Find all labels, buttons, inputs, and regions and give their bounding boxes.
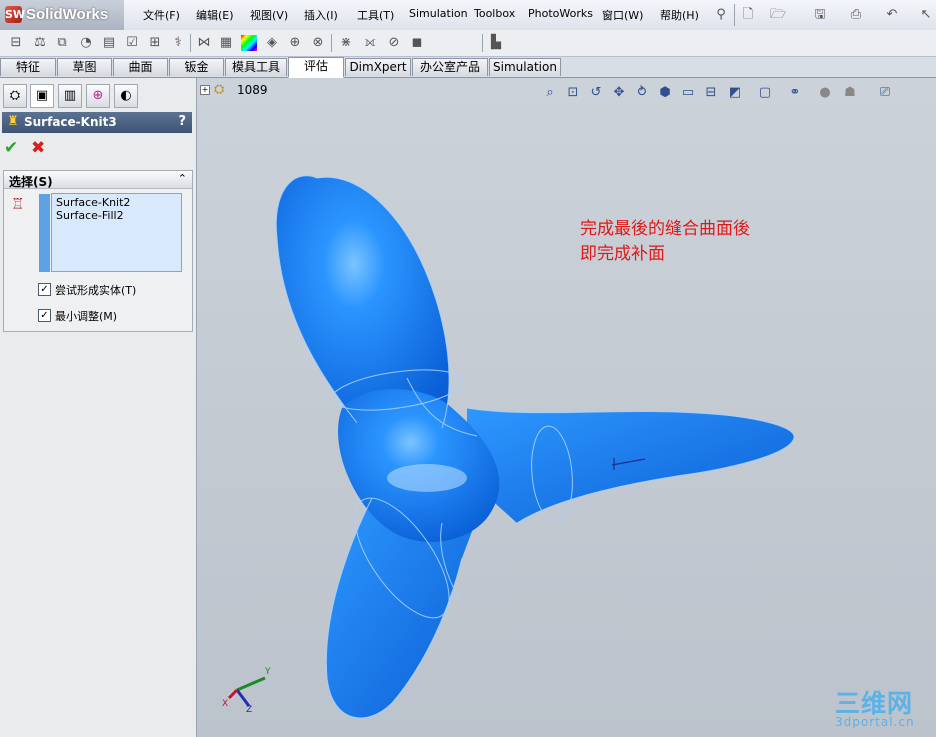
watermark-url: 3dportal.cn: [835, 715, 915, 729]
blade-upper: [276, 175, 450, 428]
tab-evaluate[interactable]: 评估: [288, 57, 344, 78]
tab-simulation[interactable]: Simulation: [489, 58, 561, 76]
menu-tools[interactable]: 工具(T): [357, 7, 394, 23]
app-name: SolidWorks: [26, 6, 109, 23]
undercut-icon[interactable]: ⊕: [287, 35, 303, 51]
minimum-adjust-label: 最小调整(M): [55, 310, 118, 323]
divider: [482, 34, 483, 52]
menu-window[interactable]: 窗口(W): [602, 7, 643, 23]
import-diagnostics-icon[interactable]: ⚕: [170, 35, 186, 51]
reference-triad: Y Z X: [222, 667, 271, 712]
annotation-line-2: 即完成补面: [580, 244, 665, 264]
command-toolbar: ⊟ ⚖ ⧉ ◔ ▤ ☑ ⊞ ⚕ ⋈ ▦ ◈ ⊕ ⊗ ⋇ ⟗ ⊘ ◼ ▙: [0, 30, 936, 57]
section-properties-icon[interactable]: ⧉: [54, 35, 70, 51]
divider: [331, 34, 332, 52]
manager-tabs: ⛭ ▣ ▥ ⊕ ◐: [0, 84, 196, 108]
menu-bar: SW SolidWorks 文件(F) 编辑(E) 视图(V) 插入(I) 工具…: [0, 0, 936, 31]
solidworks-logo-icon: SW: [5, 6, 26, 23]
draft-analysis-icon[interactable]: ◈: [264, 35, 280, 51]
selections-group-header[interactable]: 选择(S) ⌃: [4, 171, 192, 189]
annotation-text: 完成最後的缝合曲面後 即完成补面: [580, 217, 750, 267]
blade-right: [467, 408, 795, 523]
deviation-analysis-icon[interactable]: ⋈: [196, 35, 212, 51]
geometry-analysis-icon[interactable]: ⊞: [147, 35, 163, 51]
check-icon[interactable]: ☑: [124, 35, 140, 51]
annotation-line-1: 完成最後的缝合曲面後: [580, 219, 750, 239]
compare-icon[interactable]: ⊘: [386, 35, 402, 51]
statistics-icon[interactable]: ▤: [101, 35, 117, 51]
ok-button[interactable]: ✔: [4, 138, 18, 158]
highlight: [387, 464, 467, 492]
tab-mold-tools[interactable]: 模具工具: [225, 58, 287, 76]
save-icon[interactable]: 🖫: [812, 7, 828, 23]
watermark-logo: 三维网 3dportal.cn: [835, 684, 933, 730]
minimum-adjust-checkbox[interactable]: ✓: [38, 309, 51, 322]
divider: [734, 4, 735, 26]
try-form-solid-label: 尝试形成实体(T): [55, 284, 137, 297]
mass-properties-icon[interactable]: ⚖: [32, 35, 48, 51]
menu-view[interactable]: 视图(V): [250, 7, 288, 23]
costing-icon[interactable]: ▙: [488, 35, 504, 51]
collapse-icon[interactable]: ⌃: [178, 172, 187, 185]
surfaces-selection-icon: ♖: [11, 195, 25, 213]
property-manager-panel: ⛭ ▣ ▥ ⊕ ◐ ♜ Surface-Knit3 ? ✔ ✖ 选择(S) ⌃ …: [0, 78, 197, 737]
menu-insert[interactable]: 插入(I): [304, 7, 338, 23]
sensor-icon[interactable]: ◔: [78, 35, 94, 51]
knit-surface-icon: ♜: [7, 114, 19, 129]
symmetry-check-icon[interactable]: ⟗: [362, 35, 378, 51]
feature-manager-tab-icon[interactable]: ⛭: [3, 84, 27, 108]
tab-sheet-metal[interactable]: 钣金: [169, 58, 224, 76]
design-checker-icon[interactable]: ◼: [409, 35, 425, 51]
display-manager-tab-icon[interactable]: ◐: [114, 84, 138, 108]
list-item[interactable]: Surface-Fill2: [56, 209, 124, 222]
propeller-model[interactable]: [197, 78, 936, 737]
selection-list[interactable]: Surface-Knit2 Surface-Fill2: [51, 193, 182, 272]
solidworks-logo[interactable]: SW SolidWorks: [0, 0, 124, 30]
pin-icon[interactable]: ⚲: [713, 7, 729, 23]
open-icon[interactable]: 🗁: [770, 7, 786, 23]
select-arrow-icon[interactable]: ↖: [918, 7, 934, 23]
feature-title: Surface-Knit3: [24, 115, 117, 129]
selections-group: 选择(S) ⌃ ♖ Surface-Knit2 Surface-Fill2 ✓ …: [3, 170, 193, 332]
triad-z-label: Z: [246, 705, 252, 712]
curvature-icon[interactable]: [241, 35, 257, 51]
command-manager-tabs: 特征 草图 曲面 钣金 模具工具 评估 DimXpert 办公室产品 Simul…: [0, 57, 936, 78]
parting-line-icon[interactable]: ⊗: [310, 35, 326, 51]
property-manager-header: ♜ Surface-Knit3 ?: [2, 112, 192, 133]
menu-toolbox[interactable]: Toolbox: [474, 7, 515, 20]
menu-simulation[interactable]: Simulation: [409, 7, 468, 20]
triad-y-label: Y: [264, 667, 271, 677]
zebra-stripes-icon[interactable]: ▦: [218, 35, 234, 51]
group-title: 选择(S): [9, 175, 53, 189]
help-icon[interactable]: ?: [178, 114, 186, 129]
tab-sketch[interactable]: 草图: [57, 58, 112, 76]
menu-file[interactable]: 文件(F): [143, 7, 180, 23]
tab-dimxpert[interactable]: DimXpert: [345, 58, 411, 76]
graphics-area[interactable]: + ⛭ 1089 ⌕ ⊡ ↺ ✥ ⥁ ⬢ ▭ ⊟ ◩ ▢ ⚭ ● ☗ ⎚ 完成最…: [197, 78, 936, 737]
selection-indicator: [39, 194, 50, 272]
configuration-manager-tab-icon[interactable]: ▥: [58, 84, 82, 108]
try-form-solid-checkbox[interactable]: ✓: [38, 283, 51, 296]
new-document-icon[interactable]: 🗋: [740, 7, 756, 23]
print-icon[interactable]: ⎙: [848, 7, 864, 23]
divider: [190, 34, 191, 52]
menu-photoworks[interactable]: PhotoWorks: [528, 7, 593, 20]
measure-icon[interactable]: ⊟: [8, 35, 24, 51]
tab-office-products[interactable]: 办公室产品: [412, 58, 488, 76]
tab-surfaces[interactable]: 曲面: [113, 58, 168, 76]
triad-x-label: X: [222, 699, 228, 709]
dimxpert-manager-tab-icon[interactable]: ⊕: [86, 84, 110, 108]
undo-icon[interactable]: ↶: [884, 7, 900, 23]
menu-help[interactable]: 帮助(H): [660, 7, 699, 23]
tab-features[interactable]: 特征: [0, 58, 56, 76]
cancel-button[interactable]: ✖: [31, 138, 45, 158]
property-manager-tab-icon[interactable]: ▣: [30, 84, 54, 108]
menu-edit[interactable]: 编辑(E): [196, 7, 234, 23]
list-item[interactable]: Surface-Knit2: [56, 196, 130, 209]
thickness-analysis-icon[interactable]: ⋇: [338, 35, 354, 51]
